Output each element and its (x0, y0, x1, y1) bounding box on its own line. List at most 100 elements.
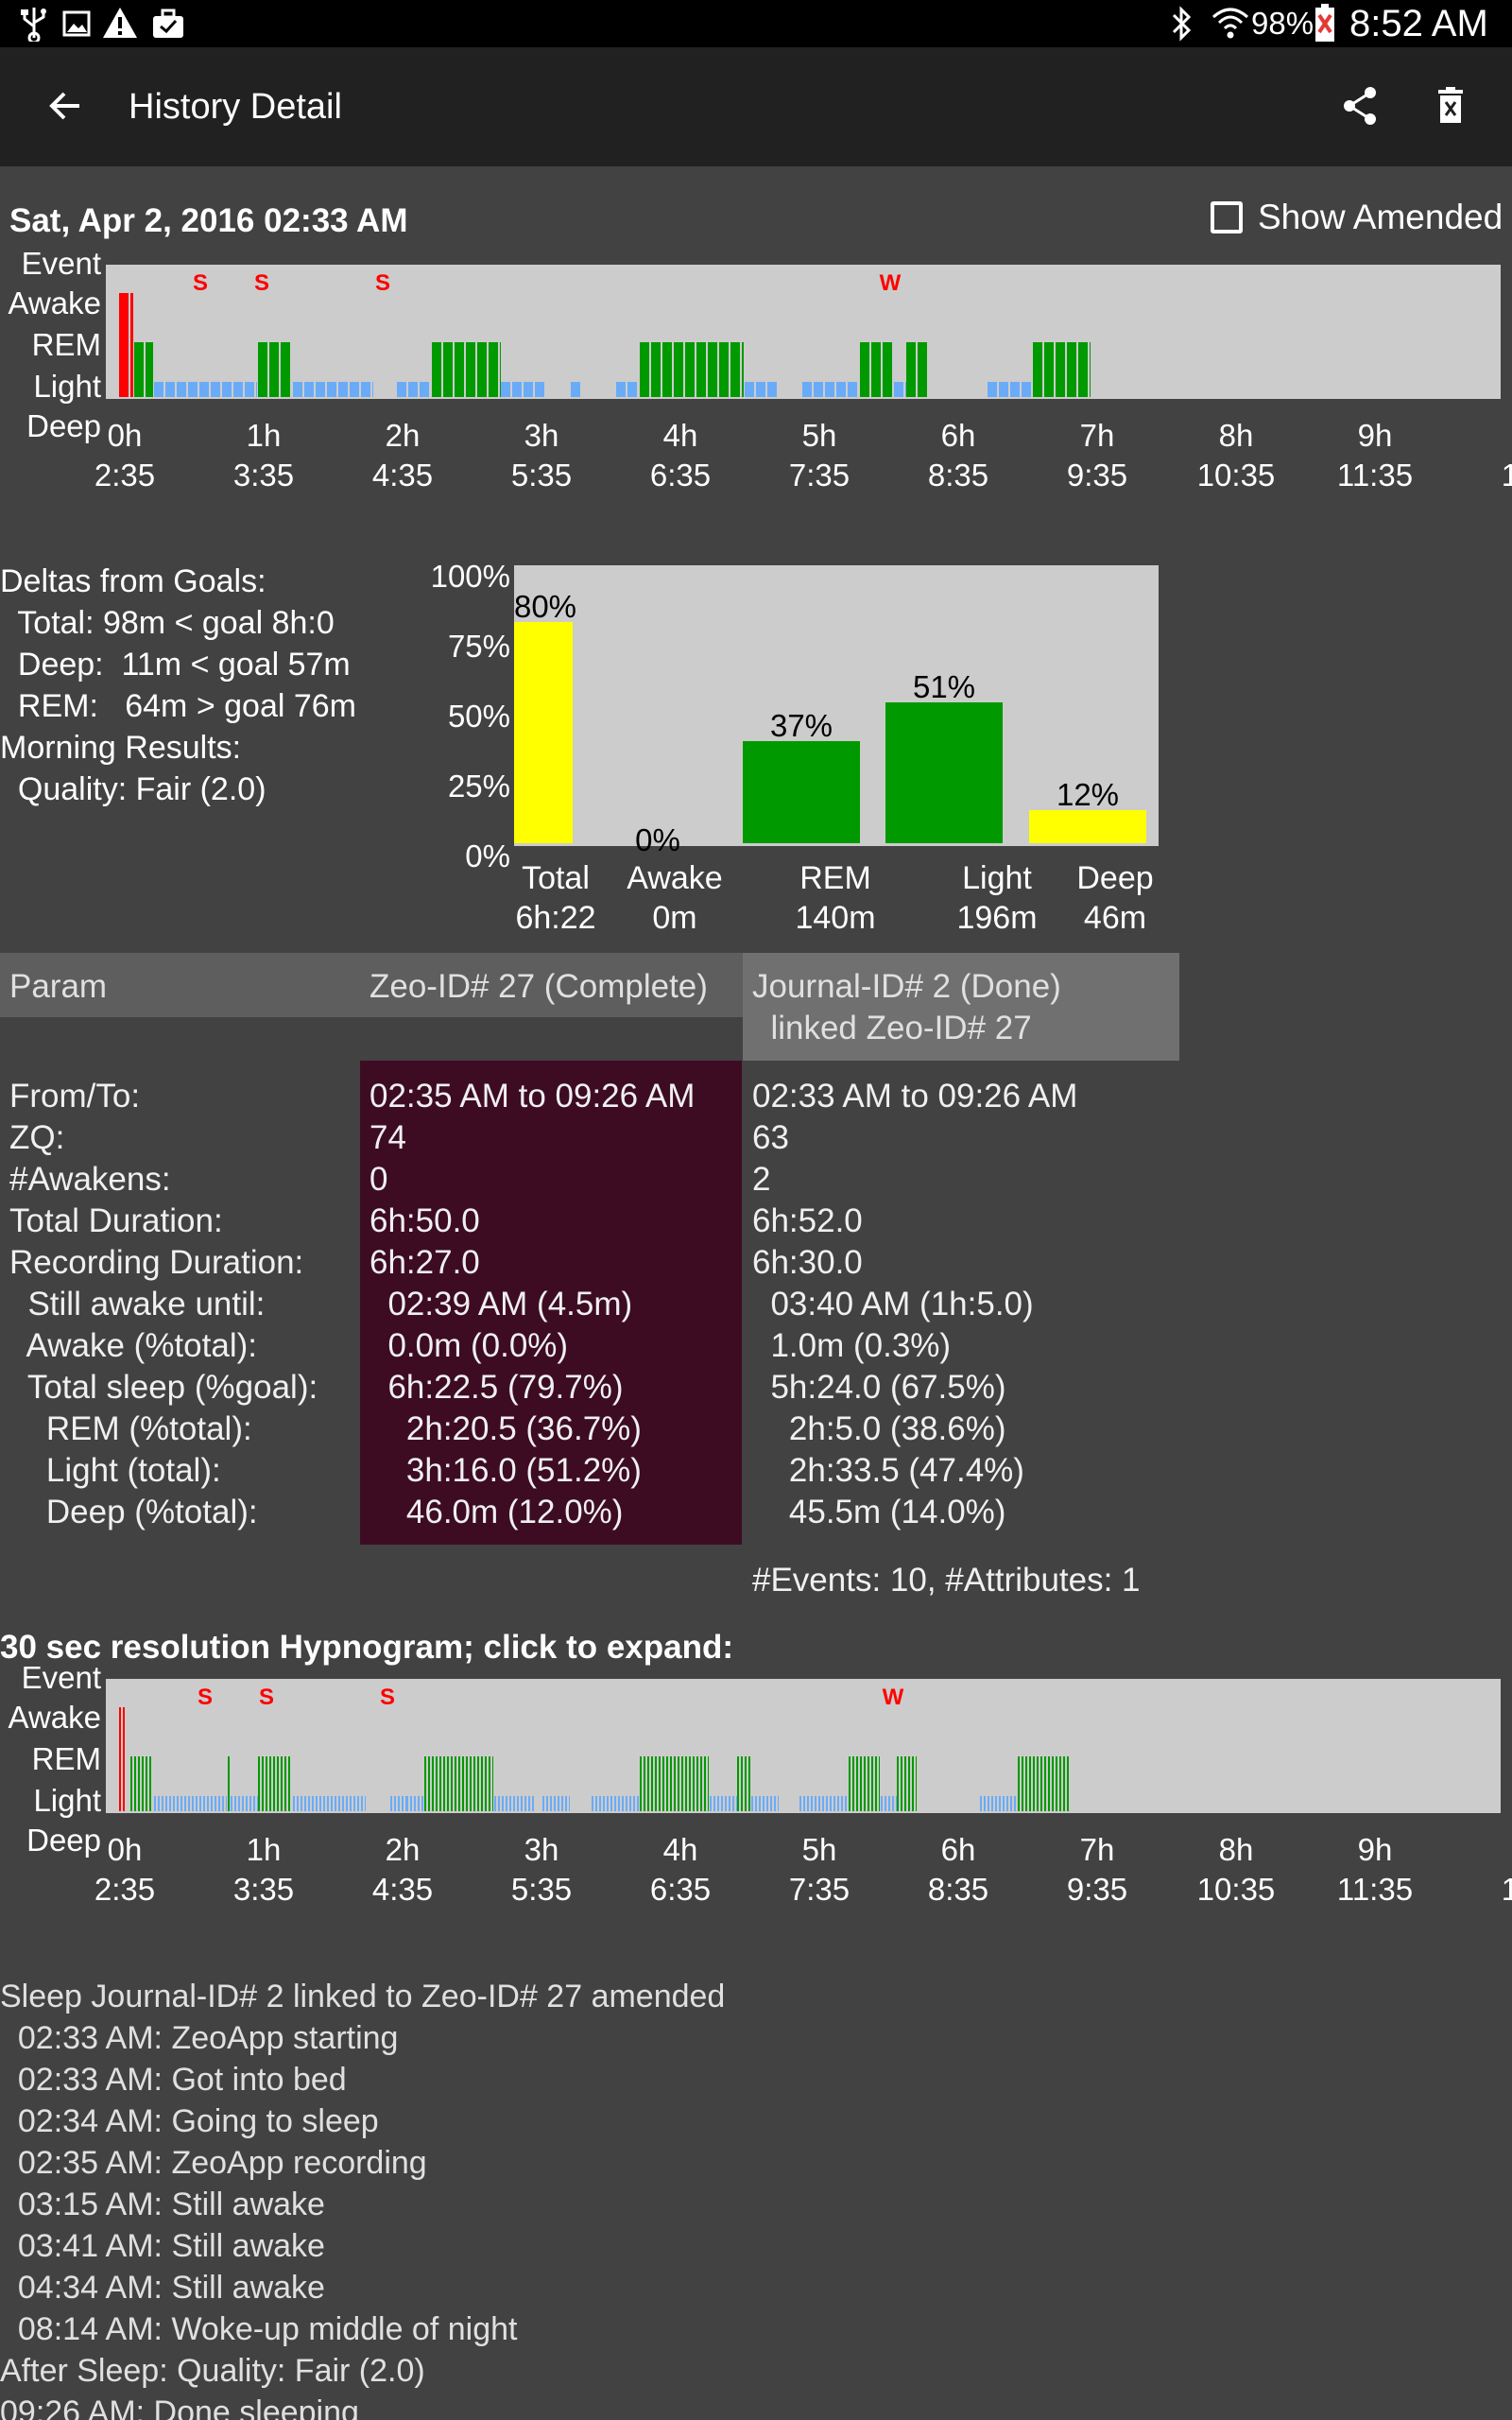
hypnogram-light-bar (326, 382, 336, 397)
hypnogram-light-bar (1010, 1796, 1013, 1811)
hypnogram-rem-bar (1022, 1756, 1024, 1811)
hypnogram-rem-bar (640, 342, 650, 397)
hypnogram-light-bar (826, 1796, 829, 1811)
hypnogram-rem-bar (146, 342, 153, 397)
hypnogram-light-bar (418, 1796, 421, 1811)
hypnogram-light-bar (531, 1796, 534, 1811)
show-amended-label[interactable]: Show Amended (1258, 195, 1503, 240)
hypnogram-rem-bar (442, 342, 453, 397)
hypnogram-rem-bar (651, 342, 662, 397)
bar-value-label: 37% (769, 707, 833, 743)
hypnogram30-title[interactable]: 30 sec resolution Hypnogram; click to ex… (0, 1626, 733, 1669)
bar-total (514, 622, 573, 843)
hypnogram-light-bar (617, 1796, 620, 1811)
hypnogram-rem-bar (741, 1756, 744, 1811)
hypnogram-light-bar (602, 1796, 605, 1811)
hypnogram-light-bar (245, 1796, 248, 1811)
time-tick: 8:35 (927, 458, 989, 493)
delta-line: Deltas from Goals: (0, 563, 266, 599)
hypnogram-light-bar (880, 1796, 883, 1811)
hypnogram-light-bar (815, 1796, 817, 1811)
hypnogram-row-label: Event (21, 246, 101, 281)
hypnogram-row-label: Light (33, 1783, 101, 1818)
show-amended-checkbox[interactable] (1211, 201, 1243, 233)
hour-tick: 3h (524, 1832, 559, 1867)
hypnogram-light-bar (565, 1796, 568, 1811)
hypnogram-light-bar (754, 1796, 757, 1811)
hypnogram-rem-bar (674, 342, 684, 397)
hypnogram-light-bar (493, 1796, 496, 1811)
hypnogram-rem-bar (277, 1756, 279, 1811)
hypnogram-rem-bar (258, 1756, 260, 1811)
hypnogram-rem-bar (428, 1756, 431, 1811)
journal-cell: 45.5m (14.0%) (752, 1494, 1006, 1530)
event-marker: S (253, 270, 269, 296)
hour-tick: 1h (246, 418, 282, 453)
hour-tick: 10h (1484, 416, 1512, 456)
hypnogram-rem-bar (1029, 1756, 1032, 1811)
journal-line: 02:33 AM: Got into bed (0, 2062, 347, 2098)
hypnogram-rem-bar (1067, 1756, 1070, 1811)
event-marker: S (379, 1685, 395, 1710)
delete-icon[interactable] (1436, 87, 1465, 125)
hypnogram-light-bar (232, 382, 243, 397)
y-axis-tick: 50% (447, 699, 510, 734)
hypnogram-rem-bar (700, 1756, 703, 1811)
hypnogram-light-bar (195, 1796, 198, 1811)
zeo-cell: 74 (369, 1119, 406, 1156)
journal-cell: 02:33 AM to 09:26 AM (752, 1078, 1078, 1115)
hypnogram-rem-bar (432, 1756, 435, 1811)
image-icon (62, 10, 91, 37)
hypnogram-rem-bar (867, 1756, 869, 1811)
hour-tick: 6h (940, 1832, 976, 1867)
hypnogram-light-bar (991, 1796, 994, 1811)
hypnogram-rem-bar (655, 1756, 658, 1811)
time-tick: 6:35 (649, 458, 712, 493)
hypnogram-light-bar (214, 1796, 216, 1811)
journal-line: 02:34 AM: Going to sleep (0, 2103, 379, 2139)
hypnogram-rem-bar (696, 1756, 699, 1811)
hypnogram-light-bar (561, 1796, 564, 1811)
arrow-left-icon[interactable] (47, 87, 85, 125)
hypnogram-rem-bar (748, 1756, 750, 1811)
hour-tick: 1h (246, 1832, 282, 1867)
time-tick: 9:35 (1066, 458, 1128, 493)
bar-value-label: 0% (635, 822, 680, 857)
time-tick: 10:35 (1196, 1872, 1276, 1907)
hypnogram-rem-bar (730, 342, 741, 397)
hypnogram-rem-bar (1044, 1756, 1047, 1811)
hypnogram-light-bar (341, 1796, 344, 1811)
journal-cell: 6h:30.0 (752, 1244, 863, 1281)
hour-tick: 7h (1079, 1832, 1115, 1867)
hypnogram-light-bar (191, 1796, 194, 1811)
hypnogram-light-bar (554, 1796, 557, 1811)
hypnogram-plot-area[interactable] (106, 265, 1501, 399)
hypnogram-light-bar (546, 1796, 549, 1811)
hypnogram-light-bar (887, 1796, 890, 1811)
hypnogram-light-bar (217, 1796, 220, 1811)
hypnogram-light-bar (157, 1796, 160, 1811)
hypnogram-light-bar (330, 1796, 333, 1811)
hypnogram-light-bar (252, 1796, 255, 1811)
hypnogram-light-bar (606, 1796, 609, 1811)
hypnogram-rem-bar (443, 1756, 446, 1811)
hypnogram-rem-bar (465, 342, 475, 397)
hypnogram-awake-bar (119, 293, 129, 397)
hypnogram-rem-bar (1059, 1756, 1062, 1811)
zeo-cell: 6h:50.0 (369, 1202, 480, 1239)
zeo-cell: 0.0m (0.0%) (369, 1327, 569, 1364)
hypnogram-row-label: Light (33, 369, 101, 404)
hour-tick: 0h (107, 418, 143, 453)
hypnogram-rem-bar (870, 1756, 873, 1811)
journal-line: 02:35 AM: ZeoApp recording (0, 2145, 427, 2181)
hypnogram-plot-area[interactable] (106, 1679, 1501, 1813)
hypnogram-rem-bar (666, 1756, 669, 1811)
hypnogram-light-bar (360, 382, 370, 397)
hypnogram-light-bar (233, 1796, 236, 1811)
time-tick: 10:35 (1196, 458, 1276, 493)
hypnogram-rem-bar (745, 1756, 747, 1811)
hypnogram-light-bar (393, 1796, 396, 1811)
hypnogram-rem-bar (1044, 342, 1055, 397)
share-icon[interactable] (1340, 85, 1380, 127)
hypnogram-light-bar (187, 1796, 190, 1811)
